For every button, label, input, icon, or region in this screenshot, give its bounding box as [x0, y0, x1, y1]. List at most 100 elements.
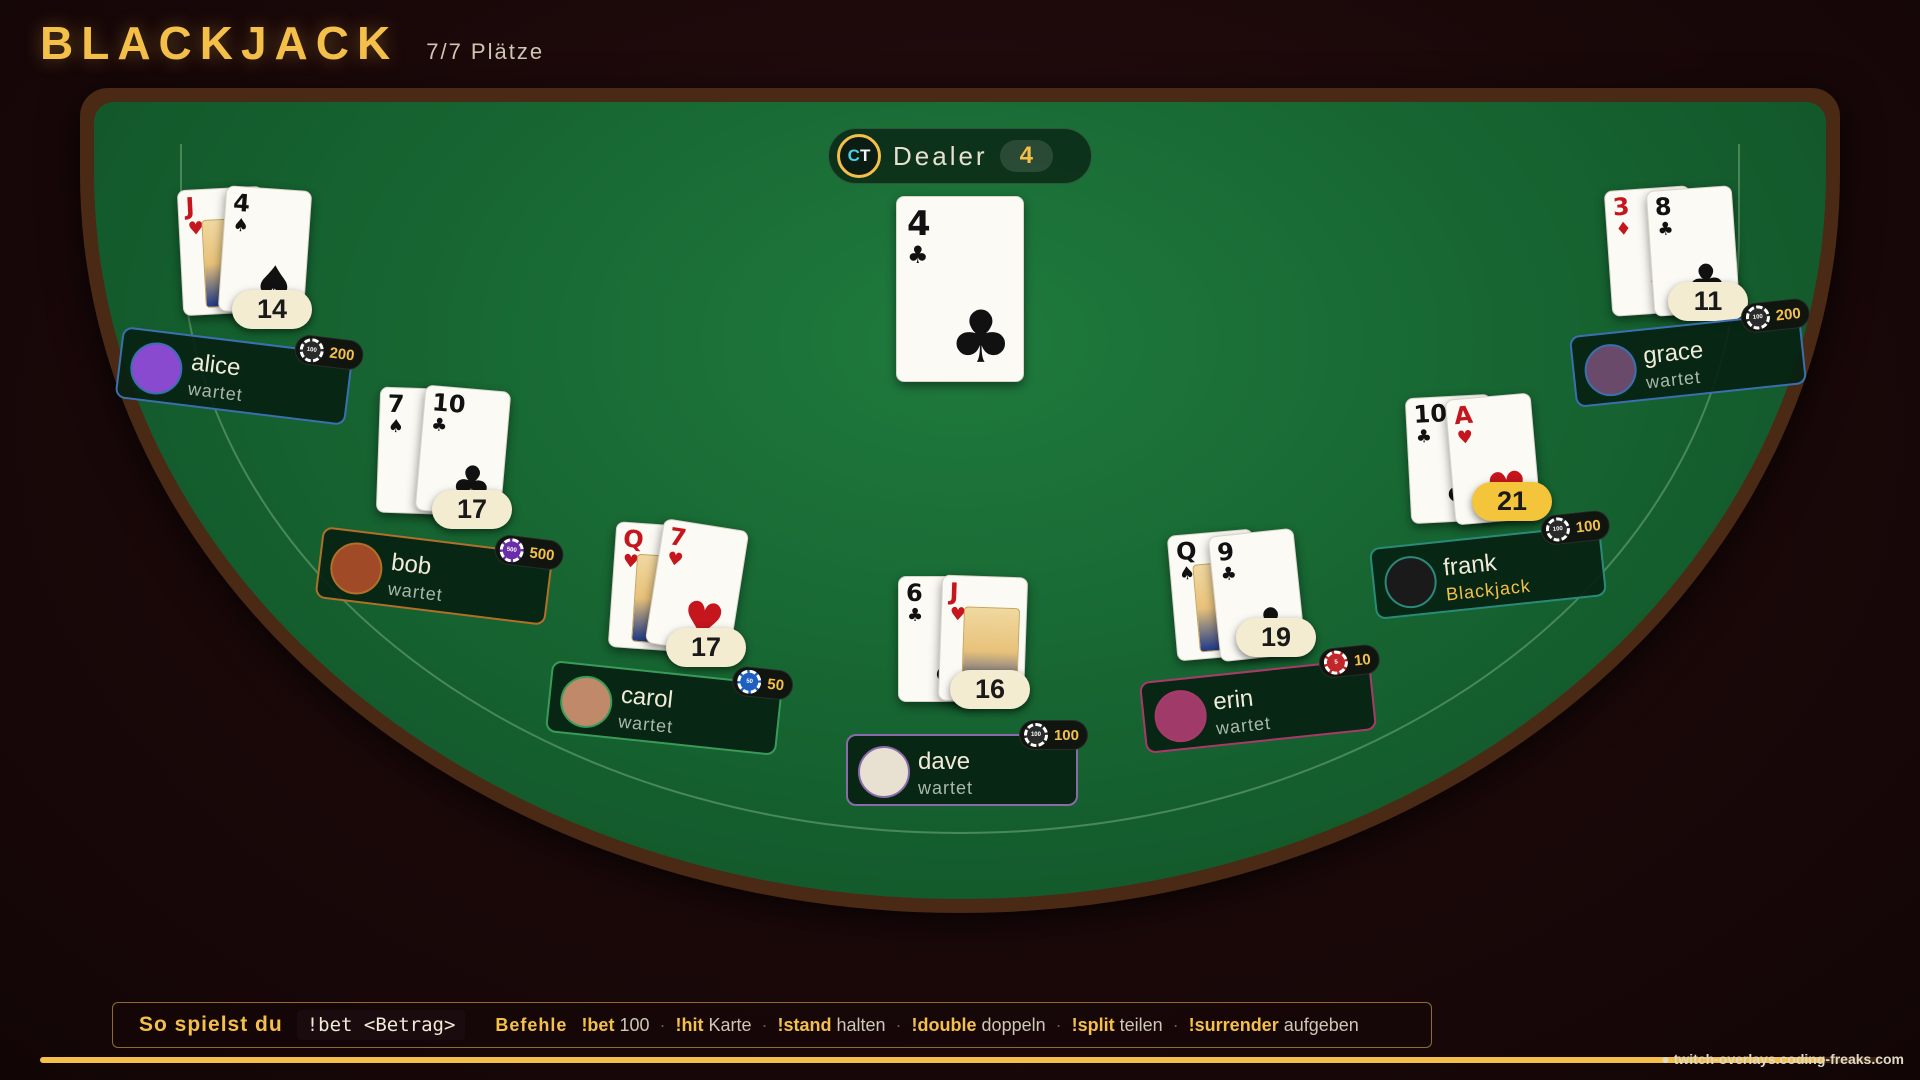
bet-badge: 100 100 [1539, 509, 1612, 547]
command-name: !split [1071, 1014, 1115, 1035]
dealer-logo-icon: CT [837, 134, 881, 178]
help-bar: So spielst du !bet <Betrag> Befehle !bet… [112, 1002, 1432, 1048]
card-rank: 4 [232, 188, 251, 218]
chip-icon: 500 [498, 536, 526, 564]
command-item: !double doppeln [912, 1015, 1046, 1036]
command-name: !bet [581, 1014, 615, 1035]
woman-avatar [557, 673, 615, 731]
player-status: wartet [617, 711, 675, 737]
hand-score: 11 [1668, 282, 1748, 321]
bet-amount: 200 [1774, 304, 1802, 325]
player-name: frank [1441, 549, 1498, 582]
card-rank: J [949, 577, 960, 607]
card-rank: 7 [667, 522, 689, 553]
bet-command-example: !bet <Betrag> [296, 1010, 466, 1040]
hand-score: 17 [666, 628, 746, 667]
help-title: So spielst du [139, 1013, 283, 1036]
command-item: !stand halten [778, 1015, 886, 1036]
card-rank: Q [1174, 536, 1198, 567]
chip-icon: 50 [736, 668, 763, 695]
hand-score: 19 [1236, 618, 1316, 657]
command-desc: 100 [614, 1014, 650, 1035]
card-suit-small: ♦ [1614, 218, 1633, 241]
bet-badge: 50 50 [731, 665, 795, 702]
card-rank: 6 [906, 579, 923, 607]
bet-amount: 100 [1574, 516, 1602, 537]
hand-score: 14 [232, 290, 312, 329]
command-desc: teilen [1114, 1014, 1163, 1035]
card-rank: J [184, 192, 196, 221]
card-rank: 3 [1611, 192, 1631, 222]
command-desc: halten [831, 1014, 886, 1035]
command-item: !hit Karte [675, 1015, 751, 1036]
card-rank: 4 [907, 204, 931, 244]
bet-badge: 100 200 [1739, 297, 1812, 335]
command-item: !surrender aufgeben [1189, 1015, 1359, 1036]
separator: · [659, 1014, 666, 1035]
card-suit-small: ♠ [387, 415, 405, 438]
card-suit-small: ♥ [665, 548, 685, 572]
seat-count: 7/7 Plätze [426, 39, 545, 64]
command-name: !double [911, 1014, 977, 1035]
command-item: !split teilen [1072, 1015, 1163, 1036]
separator: · [761, 1014, 768, 1035]
player-seat-dave: dave wartet 100 100 [846, 720, 1088, 806]
chip-icon: 5 [1323, 649, 1350, 676]
player-status: wartet [1215, 712, 1272, 739]
command-name: !hit [675, 1014, 704, 1035]
card-rank: 7 [387, 389, 405, 419]
card-suit-small: ♥ [1456, 426, 1475, 450]
card-suit-small: ♣ [907, 241, 929, 269]
card-suit-small: ♣ [430, 414, 449, 437]
separator: · [1055, 1014, 1062, 1035]
bet-amount: 50 [766, 675, 785, 694]
dealer-score: 4 [999, 140, 1053, 172]
card-rank: 9 [1215, 537, 1236, 567]
progress-fill [40, 1057, 1825, 1063]
pink-circle-avatar [1152, 687, 1210, 745]
chip-icon: 100 [1744, 304, 1772, 331]
hand-score: 16 [950, 670, 1030, 709]
commands-label: Befehle [495, 1014, 568, 1035]
card-suit-small: ♣ [1415, 425, 1433, 448]
card-suit-small: ♣ [907, 605, 924, 626]
command-desc: aufgeben [1278, 1014, 1359, 1035]
command-name: !surrender [1188, 1014, 1279, 1035]
brown-circle-avatar [327, 539, 386, 598]
player-name: alice [189, 348, 243, 382]
card-rank: 10 [430, 388, 467, 419]
player-name: dave [918, 748, 971, 775]
command-desc: doppeln [976, 1014, 1046, 1035]
bet-amount: 500 [528, 544, 556, 564]
card-suit-small: ♣ [1656, 218, 1675, 241]
dealer-card: 4 ♣ ♣ [896, 196, 1024, 382]
woman-portrait-avatar [1582, 341, 1640, 399]
player-name: bob [389, 548, 433, 581]
chip-icon: 100 [1544, 516, 1572, 543]
command-item: !bet 100 [581, 1015, 649, 1036]
raven-avatar [1382, 553, 1440, 611]
chip-icon: 100 [298, 336, 326, 364]
card-suit-small: ♠ [231, 214, 250, 237]
bet-badge: 100 100 [1018, 720, 1088, 750]
round-progress-bar [40, 1057, 1880, 1063]
card-suit-big: ♣ [948, 295, 1013, 379]
player-status: wartet [918, 778, 974, 798]
command-name: !stand [777, 1014, 832, 1035]
player-status: wartet [1645, 366, 1702, 393]
player-name: grace [1641, 336, 1705, 370]
card-rank: A [1452, 400, 1474, 431]
man-cartoon-avatar [858, 746, 910, 798]
command-desc: Karte [703, 1014, 752, 1035]
player-name: carol [619, 681, 675, 714]
dealer-label: Dealer [893, 140, 988, 171]
card-suit-small: ♣ [1219, 563, 1238, 586]
game-title: BLACKJACK [40, 17, 399, 69]
bet-amount: 100 [1053, 726, 1079, 744]
card-rank: 8 [1653, 192, 1673, 222]
credit-text: ● twitch-overlays.coding-freaks.com [1661, 1051, 1904, 1067]
separator: · [1172, 1014, 1179, 1035]
player-name: erin [1211, 684, 1255, 716]
chip-icon: 100 [1023, 723, 1048, 747]
hand-score: 17 [432, 490, 512, 529]
